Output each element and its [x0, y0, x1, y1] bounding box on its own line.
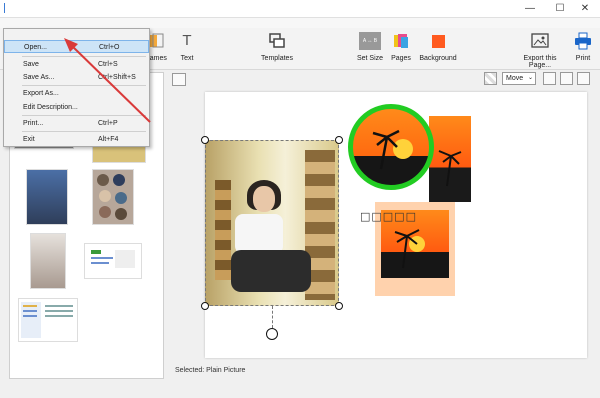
annotation-arrow — [64, 38, 151, 123]
